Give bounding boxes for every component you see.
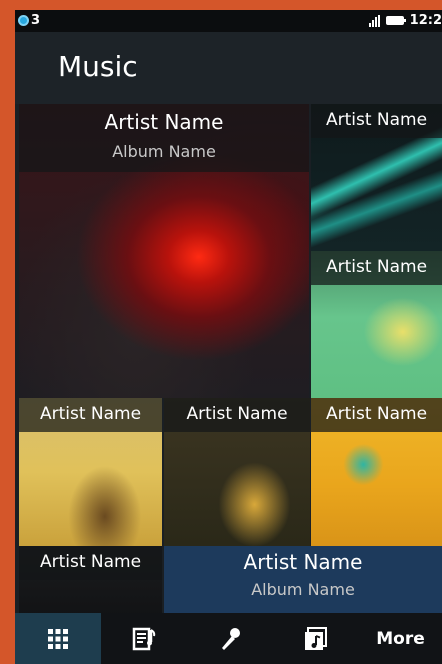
artist-name: Artist Name	[104, 110, 224, 134]
album-tile-6[interactable]: Artist Name	[311, 398, 442, 546]
bottom-tab-bar: More	[15, 613, 442, 664]
album-name: Album Name	[251, 580, 355, 599]
tab-albums-grid[interactable]	[15, 613, 101, 664]
artist-name: Artist Name	[19, 398, 162, 432]
status-indicators: 12:2	[368, 13, 442, 28]
album-tile-2[interactable]: Artist Name	[311, 104, 442, 251]
playlist-icon	[132, 627, 156, 650]
signal-icon	[368, 14, 380, 27]
album-tile-7[interactable]: Artist Name	[19, 546, 162, 616]
tab-albums[interactable]	[273, 613, 359, 664]
album-tile-8[interactable]: Artist Name Album Name	[164, 546, 442, 616]
tab-artists[interactable]	[187, 613, 273, 664]
notification-count: 3	[31, 13, 41, 28]
grid-icon	[48, 628, 68, 649]
more-menu-button[interactable]: More	[359, 613, 442, 664]
artist-name: Artist Name	[311, 398, 442, 432]
microphone-icon	[222, 627, 240, 650]
music-app-screen: 3 12:2 Music Artist Name Album Name Arti…	[15, 10, 442, 664]
app-header: Music	[15, 32, 442, 104]
album-icon	[305, 626, 327, 650]
album-tile-4[interactable]: Artist Name	[19, 398, 162, 546]
album-tile-3[interactable]: Artist Name	[311, 251, 442, 398]
artist-name: Artist Name	[164, 398, 310, 432]
battery-icon	[385, 16, 406, 25]
tile-label: Artist Name Album Name	[19, 104, 309, 172]
notification-icon	[18, 15, 29, 26]
status-bar: 3 12:2	[15, 10, 442, 32]
album-name: Album Name	[112, 142, 216, 161]
album-tile-1[interactable]: Artist Name Album Name	[19, 104, 309, 398]
artist-name: Artist Name	[19, 546, 162, 580]
artist-name: Artist Name	[311, 251, 442, 285]
clock: 12:2	[409, 13, 442, 28]
artist-name: Artist Name	[311, 104, 442, 138]
notification-area[interactable]: 3	[18, 13, 40, 28]
page-title: Music	[58, 50, 138, 83]
album-tile-5[interactable]: Artist Name	[164, 398, 310, 546]
tab-playlists[interactable]	[101, 613, 187, 664]
tile-label: Artist Name Album Name	[164, 546, 442, 614]
artist-name: Artist Name	[243, 550, 363, 574]
